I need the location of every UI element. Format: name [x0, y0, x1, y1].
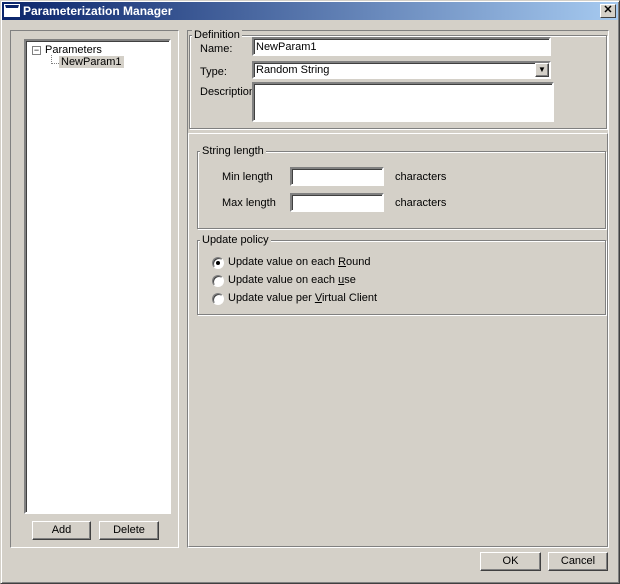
tree-item-newparam1[interactable]: NewParam1: [59, 56, 124, 68]
max-length-input[interactable]: [290, 193, 384, 212]
option-label: Update value on each use: [228, 274, 356, 286]
cancel-button[interactable]: Cancel: [548, 552, 608, 571]
type-label: Type:: [200, 66, 227, 78]
tree-line: [51, 63, 59, 64]
update-policy-option[interactable]: Update value on each use: [212, 274, 412, 288]
string-length-group: [197, 151, 606, 229]
window-title: Parameterization Manager: [23, 4, 173, 18]
name-label: Name:: [200, 43, 233, 55]
min-length-input[interactable]: [290, 167, 384, 186]
type-select[interactable]: Random String ▼: [252, 61, 551, 79]
max-length-label: Max length: [222, 197, 276, 209]
title-bar: Parameterization Manager: [2, 2, 618, 20]
collapse-icon[interactable]: −: [32, 46, 41, 55]
option-label: Update value per Virtual Client: [228, 292, 378, 304]
max-unit-label: characters: [395, 197, 447, 209]
name-input[interactable]: [252, 37, 551, 56]
chevron-down-icon[interactable]: ▼: [535, 63, 549, 77]
description-input[interactable]: [252, 82, 554, 122]
radio-button[interactable]: [212, 275, 224, 287]
delete-button[interactable]: Delete: [99, 521, 159, 540]
radio-button[interactable]: [212, 293, 224, 305]
update-policy-option[interactable]: Update value per Virtual Client: [212, 292, 412, 306]
update-policy-legend: Update policy: [200, 234, 271, 246]
option-label: Update value on each Round: [228, 256, 371, 268]
ok-button[interactable]: OK: [480, 552, 541, 571]
min-length-label: Min length: [222, 171, 273, 183]
definition-legend: Definition: [192, 29, 242, 41]
radio-button[interactable]: [212, 257, 224, 269]
string-length-legend: String length: [200, 145, 266, 157]
update-policy-option[interactable]: Update value on each Round: [212, 256, 412, 270]
min-unit-label: characters: [395, 171, 447, 183]
type-value: Random String: [256, 64, 330, 76]
app-icon: [4, 4, 20, 17]
add-button[interactable]: Add: [32, 521, 91, 540]
tree-root[interactable]: Parameters: [45, 44, 102, 56]
description-label: Description: [200, 86, 256, 98]
parameter-tree[interactable]: − Parameters NewParam1: [24, 39, 171, 514]
close-button[interactable]: ✕: [600, 4, 616, 18]
